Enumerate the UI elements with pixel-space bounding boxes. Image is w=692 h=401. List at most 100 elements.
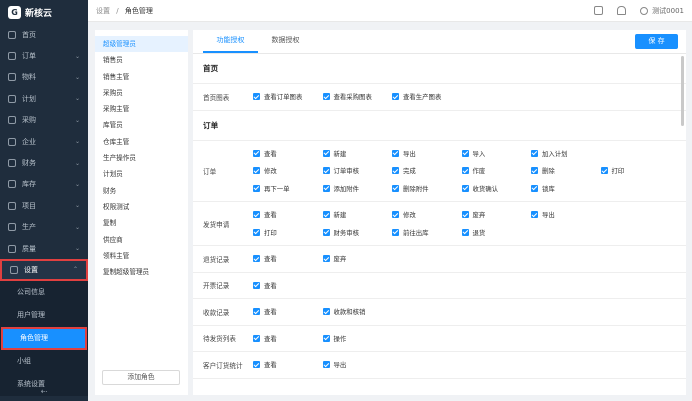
permission-checkbox[interactable]: 锁库 xyxy=(531,184,601,193)
role-item[interactable]: 领料主管 xyxy=(95,248,188,264)
permission-checkbox[interactable]: 查看 xyxy=(253,360,323,369)
checkbox-checked-icon[interactable] xyxy=(531,167,538,175)
checkbox-checked-icon[interactable] xyxy=(253,228,260,236)
permission-checkbox[interactable]: 查看 xyxy=(253,334,323,343)
role-item[interactable]: 仓库主管 xyxy=(95,134,188,150)
checkbox-checked-icon[interactable] xyxy=(461,184,469,192)
checkbox-checked-icon[interactable] xyxy=(322,361,330,369)
permission-checkbox[interactable]: 订单审核 xyxy=(322,166,393,175)
permission-checkbox[interactable]: 收货确认 xyxy=(461,184,532,193)
permission-checkbox[interactable]: 财务审核 xyxy=(322,228,393,237)
checkbox-checked-icon[interactable] xyxy=(253,361,260,369)
checkbox-checked-icon[interactable] xyxy=(253,149,260,157)
submenu-item[interactable]: 用户管理 xyxy=(0,304,88,327)
submenu-item[interactable]: 小组 xyxy=(0,350,88,373)
permission-checkbox[interactable]: 废弃 xyxy=(461,210,532,219)
permission-checkbox[interactable]: 退货 xyxy=(461,228,532,237)
submenu-item[interactable]: 公司信息 xyxy=(0,281,88,304)
permission-tab[interactable]: 数据授权 xyxy=(258,30,313,53)
permission-checkbox[interactable]: 添加附件 xyxy=(322,184,393,193)
permission-checkbox[interactable]: 查看 xyxy=(253,210,323,219)
permission-checkbox[interactable]: 完成 xyxy=(392,166,462,175)
sidebar-item[interactable]: 企业 ⌄ xyxy=(0,131,88,152)
permission-checkbox[interactable]: 导入 xyxy=(461,149,532,158)
permission-checkbox[interactable]: 新建 xyxy=(322,210,393,219)
checkbox-checked-icon[interactable] xyxy=(322,211,330,219)
permission-tab[interactable]: 功能授权 xyxy=(203,30,258,53)
permission-checkbox[interactable]: 删除附件 xyxy=(392,184,462,193)
checkbox-checked-icon[interactable] xyxy=(461,211,469,219)
qrcode-icon[interactable] xyxy=(594,6,604,15)
permission-checkbox[interactable]: 加入计划 xyxy=(531,149,601,158)
checkbox-checked-icon[interactable] xyxy=(253,211,260,219)
save-button[interactable]: 保 存 xyxy=(635,34,678,49)
checkbox-checked-icon[interactable] xyxy=(392,93,399,101)
bell-icon[interactable] xyxy=(617,6,627,15)
permission-checkbox[interactable]: 再下一单 xyxy=(253,184,323,193)
permission-checkbox[interactable]: 打印 xyxy=(600,166,671,175)
role-item[interactable]: 生产操作员 xyxy=(95,150,188,166)
checkbox-checked-icon[interactable] xyxy=(253,184,260,192)
breadcrumb-root[interactable]: 设置 xyxy=(96,7,110,15)
sidebar-item[interactable]: 库存 ⌄ xyxy=(0,174,88,195)
permission-checkbox[interactable]: 作废 xyxy=(461,166,532,175)
checkbox-checked-icon[interactable] xyxy=(392,211,399,219)
permission-checkbox[interactable]: 打印 xyxy=(253,228,323,237)
permission-checkbox[interactable]: 查看 xyxy=(253,254,323,263)
sidebar-item[interactable]: 财务 ⌄ xyxy=(0,152,88,173)
permission-checkbox[interactable]: 新建 xyxy=(322,149,393,158)
role-item[interactable]: 采购员 xyxy=(95,85,188,101)
checkbox-checked-icon[interactable] xyxy=(461,149,469,157)
checkbox-checked-icon[interactable] xyxy=(531,149,538,157)
checkbox-checked-icon[interactable] xyxy=(253,334,260,342)
checkbox-checked-icon[interactable] xyxy=(322,93,330,101)
collapse-sidebar-icon[interactable]: ⇠ xyxy=(0,387,88,401)
permission-checkbox[interactable]: 操作 xyxy=(322,334,393,343)
submenu-item[interactable]: 角色管理 xyxy=(1,326,87,350)
checkbox-checked-icon[interactable] xyxy=(600,167,608,175)
checkbox-checked-icon[interactable] xyxy=(253,308,260,316)
checkbox-checked-icon[interactable] xyxy=(461,228,469,236)
role-item[interactable]: 权限测试 xyxy=(95,199,188,215)
checkbox-checked-icon[interactable] xyxy=(322,149,330,157)
checkbox-checked-icon[interactable] xyxy=(322,228,330,236)
role-item[interactable]: 复制超级管理员 xyxy=(95,264,188,280)
checkbox-checked-icon[interactable] xyxy=(531,184,538,192)
sidebar-item[interactable]: 首页 xyxy=(0,24,88,45)
permission-checkbox[interactable]: 导出 xyxy=(392,149,462,158)
role-item[interactable]: 库管员 xyxy=(95,117,188,133)
checkbox-checked-icon[interactable] xyxy=(392,149,399,157)
logo[interactable]: G 新核云 xyxy=(0,0,88,24)
checkbox-checked-icon[interactable] xyxy=(531,211,538,219)
permission-checkbox[interactable]: 查看订单图表 xyxy=(253,92,323,101)
checkbox-checked-icon[interactable] xyxy=(392,184,399,192)
checkbox-checked-icon[interactable] xyxy=(392,228,399,236)
user-menu[interactable]: 测试0001 xyxy=(640,6,684,16)
permission-checkbox[interactable]: 查看 xyxy=(253,307,323,316)
sidebar-item[interactable]: 生产 ⌄ xyxy=(0,217,88,238)
checkbox-checked-icon[interactable] xyxy=(322,308,330,316)
checkbox-checked-icon[interactable] xyxy=(392,167,399,175)
permission-checkbox[interactable]: 查看生产图表 xyxy=(392,92,462,101)
permission-checkbox[interactable]: 修改 xyxy=(253,166,323,175)
role-item[interactable]: 超级管理员 xyxy=(95,36,188,53)
sidebar-item[interactable]: 设置 ⌃ xyxy=(0,259,88,281)
sidebar-item[interactable]: 物料 ⌄ xyxy=(0,67,88,88)
role-item[interactable]: 销售主管 xyxy=(95,69,188,85)
checkbox-checked-icon[interactable] xyxy=(253,281,260,289)
permission-checkbox[interactable]: 查看 xyxy=(253,149,323,158)
permission-checkbox[interactable]: 导出 xyxy=(322,360,393,369)
permission-checkbox[interactable]: 导出 xyxy=(531,210,601,219)
checkbox-checked-icon[interactable] xyxy=(322,255,330,263)
permission-checkbox[interactable]: 删除 xyxy=(531,166,601,175)
checkbox-checked-icon[interactable] xyxy=(322,334,330,342)
checkbox-checked-icon[interactable] xyxy=(253,93,260,101)
sidebar-item[interactable]: 项目 ⌄ xyxy=(0,195,88,216)
permission-checkbox[interactable]: 前往出库 xyxy=(392,228,462,237)
sidebar-item[interactable]: 质量 ⌄ xyxy=(0,238,88,259)
sidebar-item[interactable]: 计划 ⌄ xyxy=(0,88,88,109)
permission-checkbox[interactable]: 查看 xyxy=(253,281,323,290)
role-item[interactable]: 销售员 xyxy=(95,52,188,68)
sidebar-item[interactable]: 采购 ⌄ xyxy=(0,110,88,131)
add-role-button[interactable]: 添加角色 xyxy=(102,370,180,385)
